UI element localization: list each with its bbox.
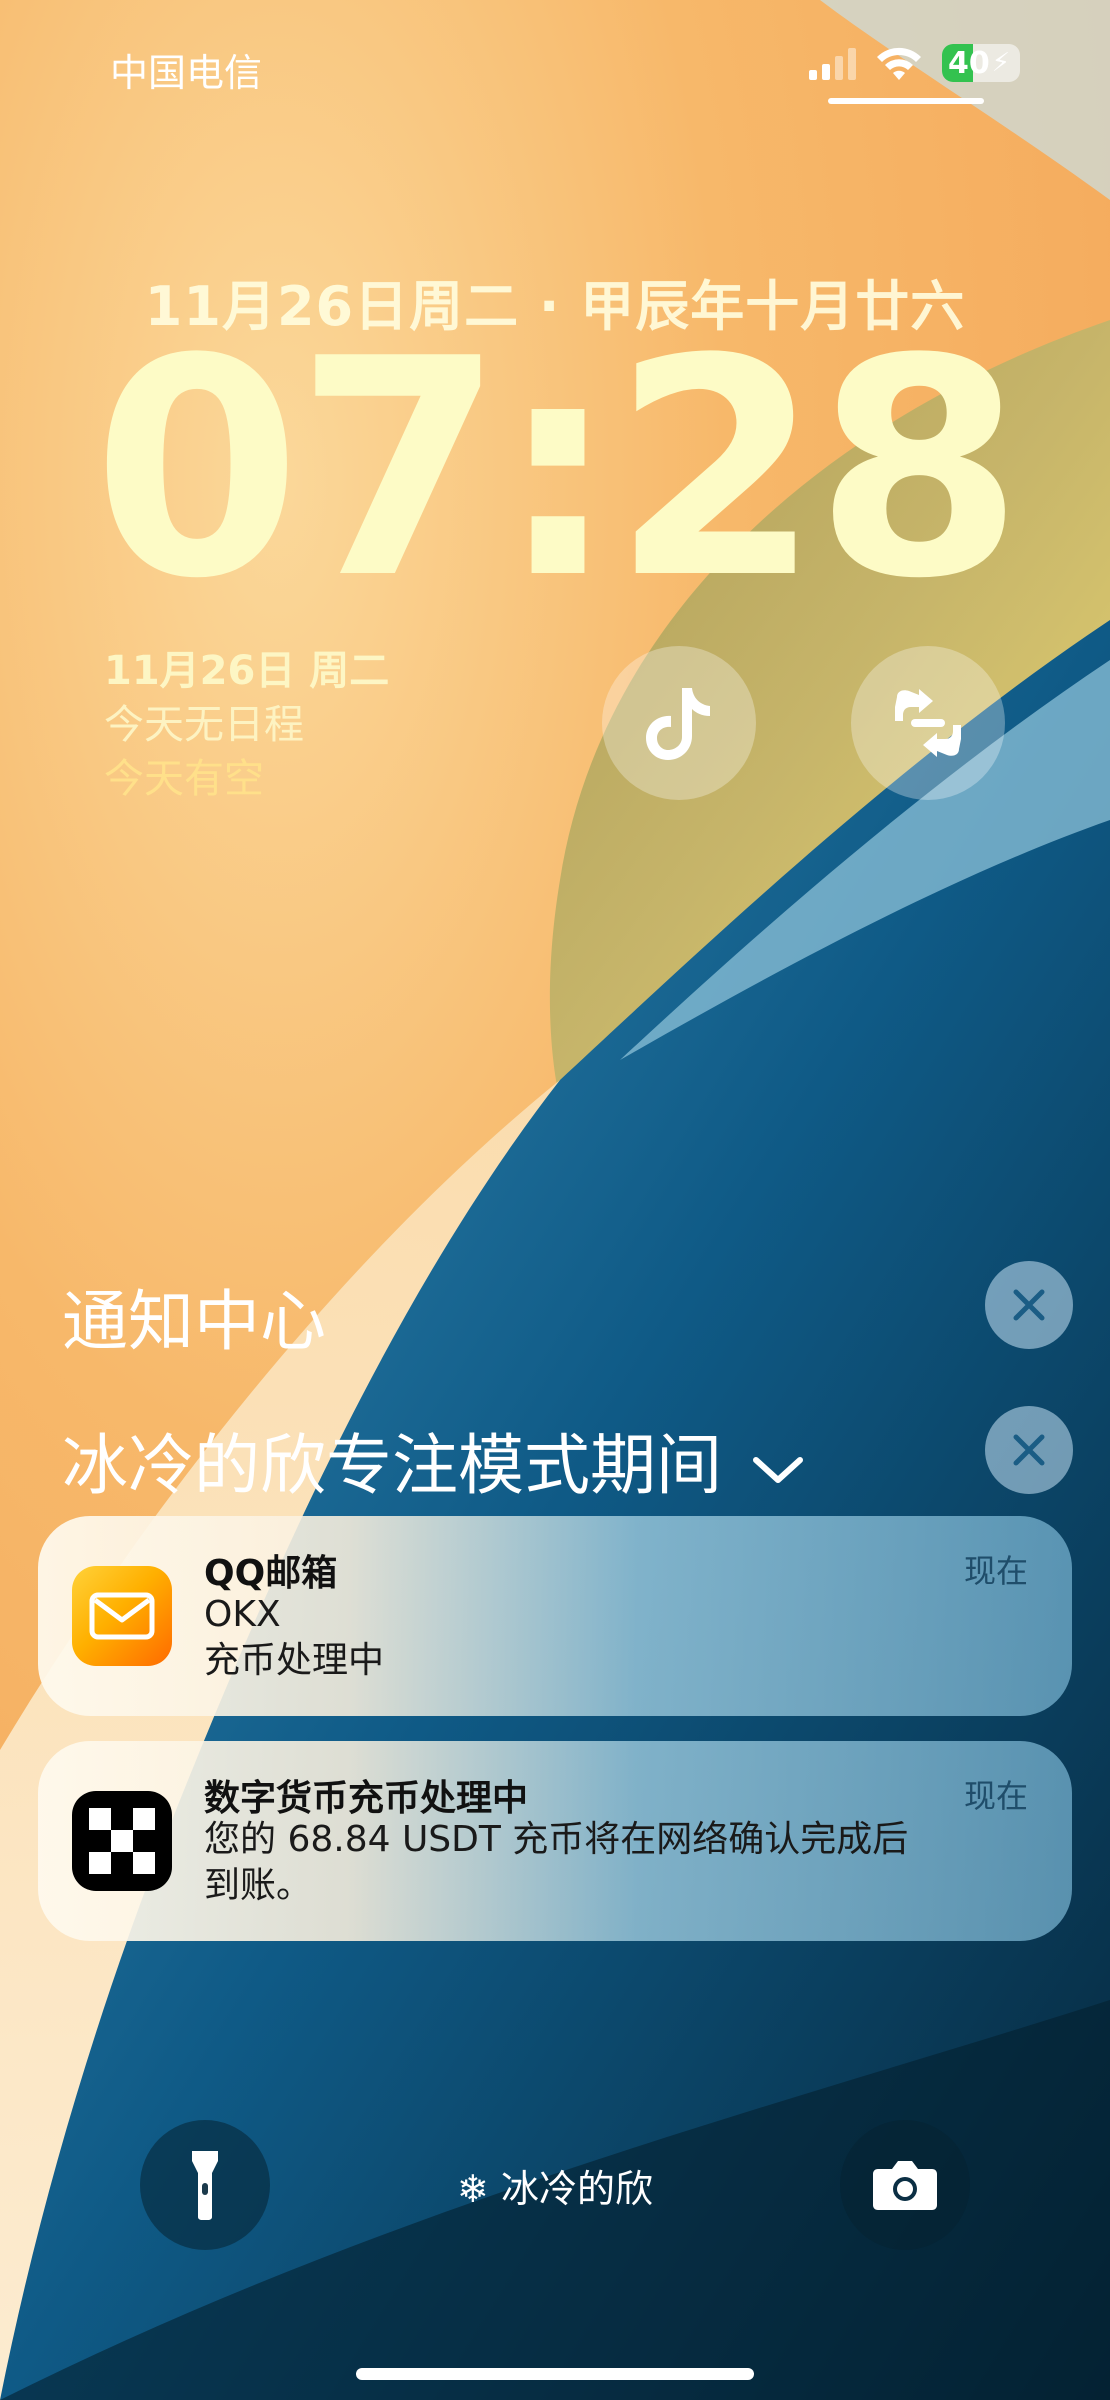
camera-icon [873, 2161, 937, 2210]
okx-logo-icon [72, 1791, 172, 1891]
charging-bolt-icon: ⚡ [991, 48, 1011, 78]
calendar-widget[interactable]: 11月26日 周二 今天无日程 今天有空 [104, 644, 389, 806]
notification-body: OKX 充币处理中 [204, 1592, 1004, 1684]
chevron-down-icon [753, 1456, 803, 1483]
notification-message-line1: 您的 68.84 USDT 充币将在网络确认完成后 [204, 1819, 909, 1860]
widget-date: 11月26日 周二 [104, 648, 390, 694]
focus-mode-header[interactable]: 冰冷的欣专注模式期间 [62, 1412, 804, 1508]
notification-time: 现在 [963, 1552, 1028, 1590]
widget-availability: 今天有空 [104, 756, 264, 802]
close-icon [1013, 1289, 1045, 1321]
notification-body: 您的 68.84 USDT 充币将在网络确认完成后 到账。 [204, 1817, 1004, 1909]
notification-message-line2: 到账。 [204, 1865, 313, 1906]
clear-notification-center-button[interactable] [985, 1261, 1073, 1349]
clear-focus-notifications-button[interactable] [985, 1406, 1073, 1494]
camera-button[interactable] [840, 2120, 970, 2250]
carrier-name: 中国电信 [110, 51, 263, 95]
focus-mode-title: 冰冷的欣专注模式期间 [62, 1427, 722, 1504]
notification-title: 数字货币充币处理中 [204, 1778, 529, 1819]
notification-app-name: QQ邮箱 [204, 1553, 338, 1594]
tiktok-icon [646, 688, 710, 760]
widget-schedule: 今天无日程 [104, 702, 304, 748]
status-underline [828, 98, 984, 104]
tiktok-widget[interactable] [602, 646, 756, 800]
notification-message: 充币处理中 [204, 1640, 385, 1681]
notification-card-okx[interactable]: 数字货币充币处理中 现在 您的 68.84 USDT 充币将在网络确认完成后 到… [38, 1741, 1072, 1941]
notification-sender: OKX [204, 1594, 281, 1635]
close-icon [1013, 1434, 1045, 1466]
mail-icon [72, 1566, 172, 1666]
transfer-widget[interactable] [851, 646, 1005, 800]
notification-card-qqmail[interactable]: QQ邮箱 现在 OKX 充币处理中 [38, 1516, 1072, 1716]
battery-icon: 40 ⚡ [942, 44, 1020, 82]
status-icons: 40 ⚡ [809, 40, 1020, 86]
transfer-icon [895, 689, 961, 757]
wifi-icon [877, 47, 921, 80]
lock-time: 07:28 [92, 295, 1024, 644]
home-indicator[interactable] [356, 2368, 754, 2380]
notification-center-title: 通知中心 [62, 1283, 326, 1360]
notification-time: 现在 [963, 1777, 1028, 1815]
battery-level: 40 [948, 45, 990, 81]
cellular-signal-icon [809, 46, 856, 80]
